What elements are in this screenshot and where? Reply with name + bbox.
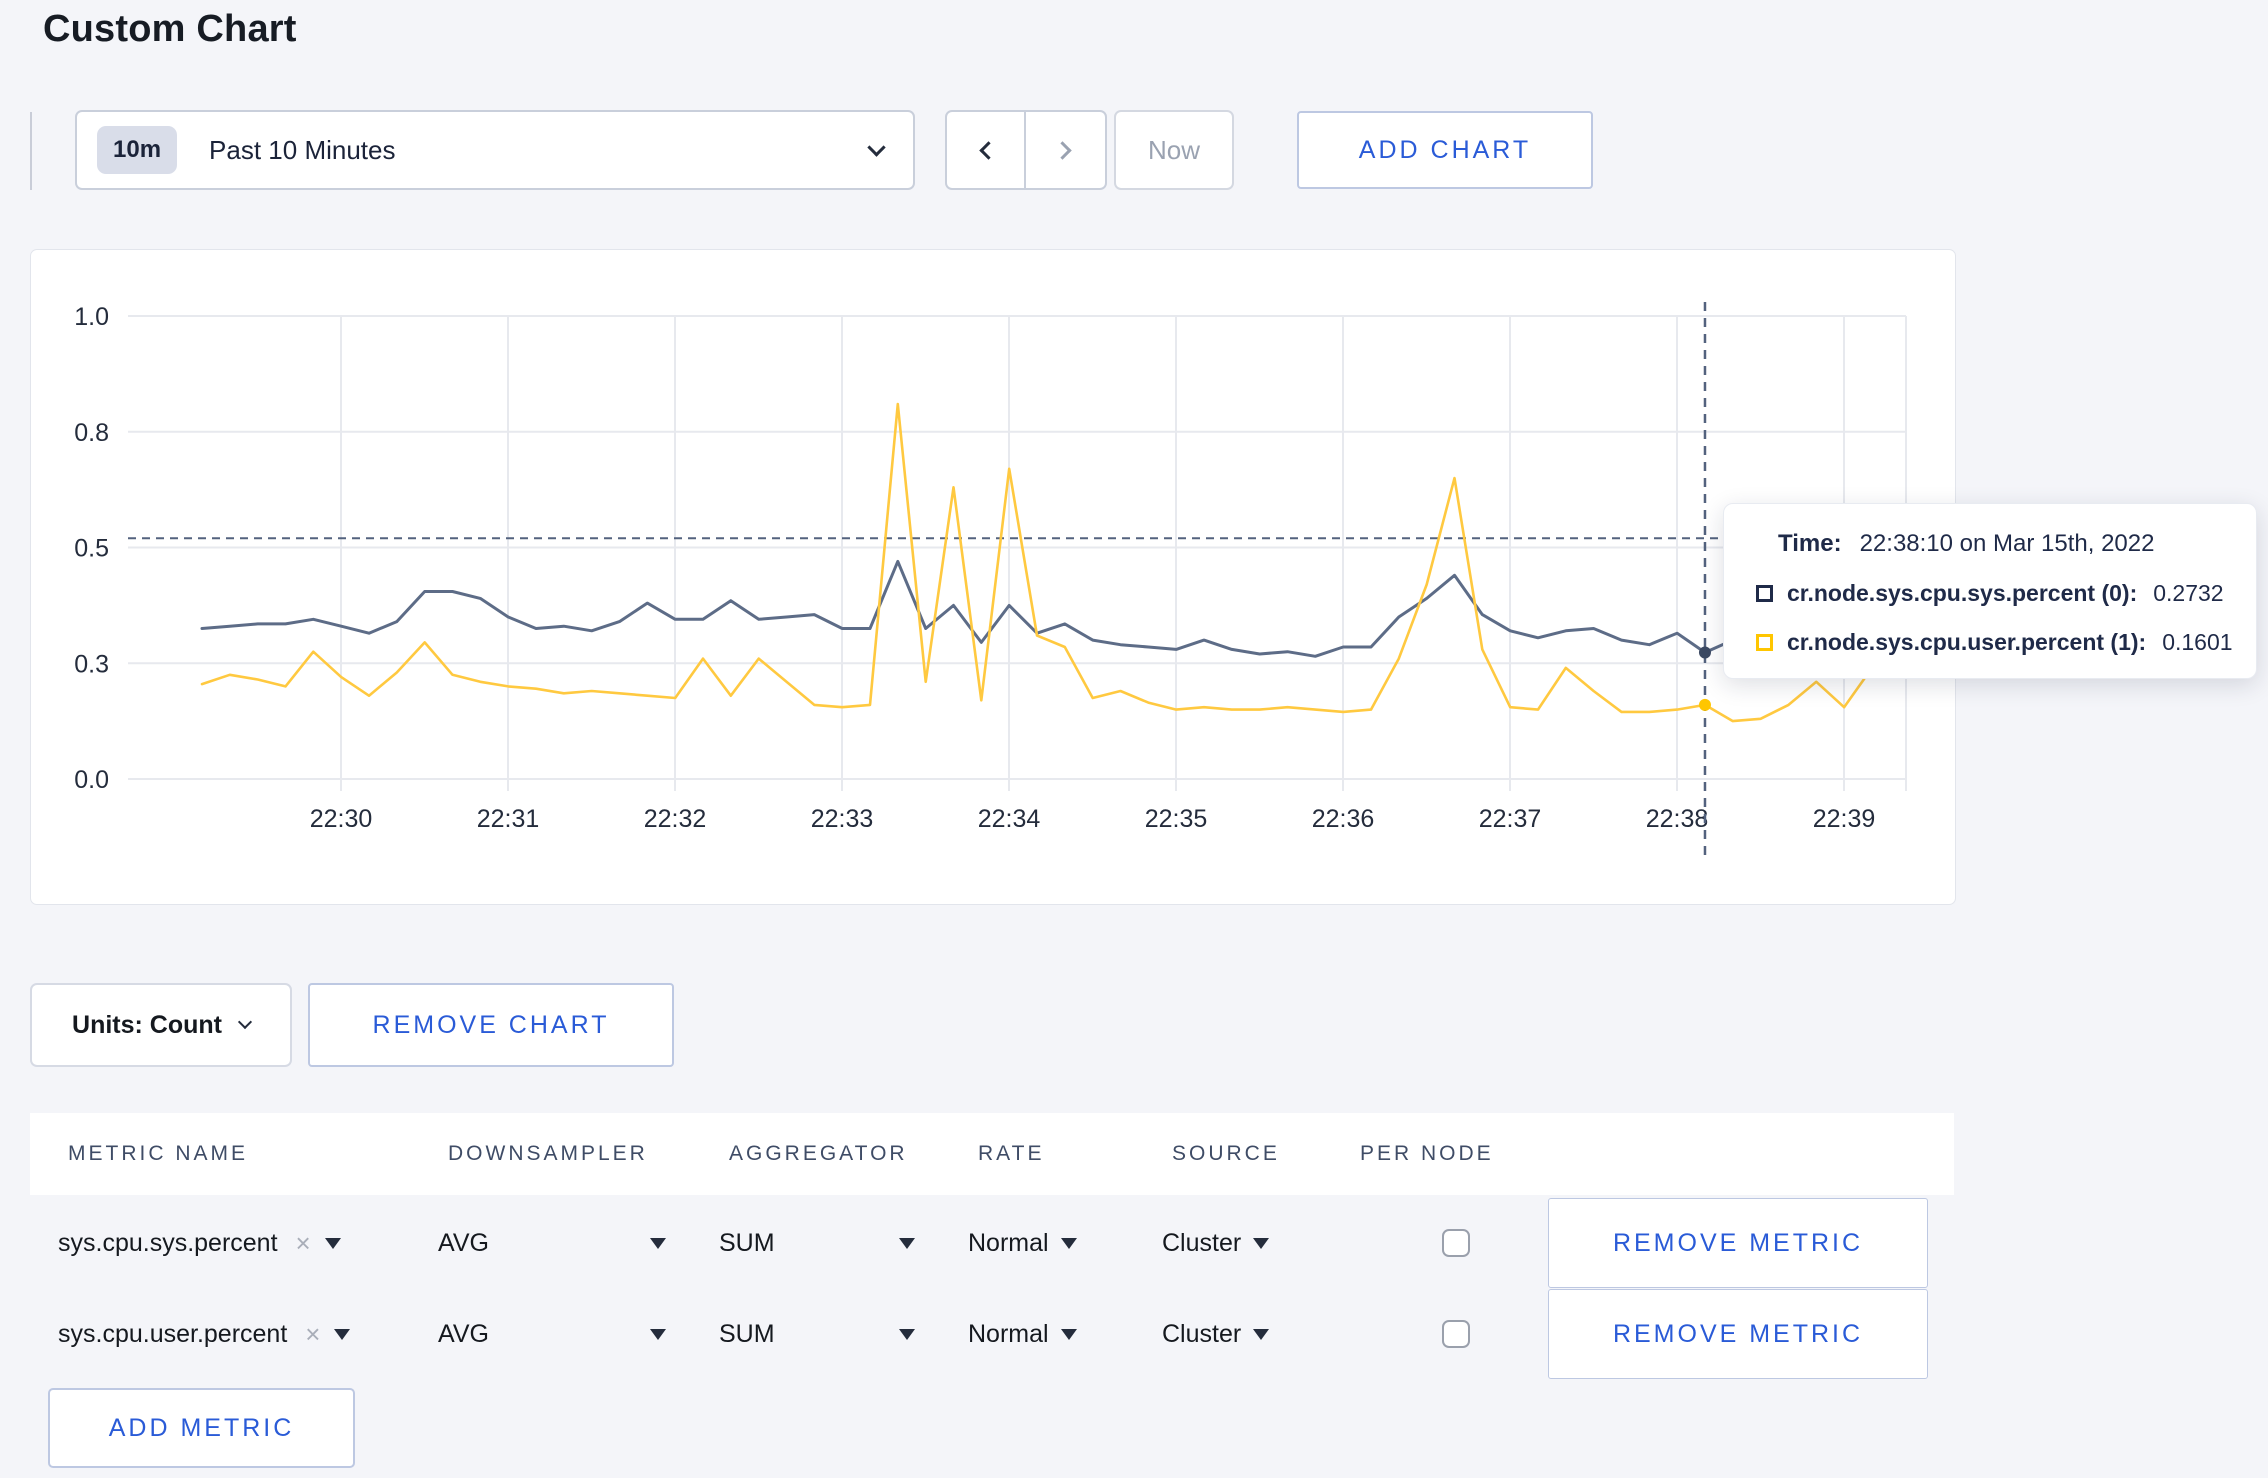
- svg-text:22:30: 22:30: [310, 805, 373, 833]
- tooltip-series-label: cr.node.sys.cpu.sys.percent (0):: [1787, 580, 2138, 606]
- svg-text:22:37: 22:37: [1479, 805, 1542, 833]
- dropdown-caret-icon: [1060, 1328, 1077, 1340]
- svg-text:22:38: 22:38: [1646, 805, 1709, 833]
- time-pager: [945, 110, 1107, 190]
- metric-row: sys.cpu.sys.percent × AVG SUM Normal Clu…: [30, 1198, 1954, 1288]
- metric-name-dropdown[interactable]: sys.cpu.user.percent ×: [58, 1319, 438, 1350]
- svg-text:22:31: 22:31: [477, 805, 540, 833]
- chart-hover-tooltip: Time: 22:38:10 on Mar 15th, 2022 cr.node.…: [1723, 503, 2257, 679]
- tooltip-series-value: 0.1601: [2162, 629, 2233, 655]
- downsampler-value: AVG: [438, 1319, 489, 1348]
- sys-series-swatch-icon: [1756, 585, 1773, 602]
- units-label: Units: Count: [72, 1010, 222, 1039]
- now-button[interactable]: Now: [1114, 110, 1234, 190]
- aggregator-value: SUM: [719, 1228, 775, 1257]
- aggregator-dropdown[interactable]: SUM: [719, 1229, 915, 1258]
- svg-text:22:35: 22:35: [1145, 805, 1208, 833]
- dropdown-caret-icon: [899, 1237, 915, 1249]
- svg-text:22:36: 22:36: [1312, 805, 1375, 833]
- rate-value: Normal: [968, 1228, 1049, 1257]
- clear-metric-icon[interactable]: ×: [296, 1228, 311, 1259]
- metric-name-label: sys.cpu.sys.percent: [58, 1228, 278, 1257]
- time-window-badge: 10m: [97, 126, 178, 174]
- svg-text:22:32: 22:32: [644, 805, 707, 833]
- metric-name-dropdown[interactable]: sys.cpu.sys.percent ×: [58, 1228, 438, 1259]
- svg-text:22:33: 22:33: [811, 805, 874, 833]
- aggregator-value: SUM: [719, 1319, 775, 1348]
- time-forward-button[interactable]: [1026, 112, 1105, 188]
- tooltip-time-label: Time:: [1778, 530, 1842, 557]
- chevron-down-icon: [867, 137, 886, 157]
- source-dropdown[interactable]: Cluster: [1162, 1319, 1270, 1349]
- svg-text:22:39: 22:39: [1813, 805, 1876, 833]
- rate-dropdown[interactable]: Normal: [968, 1320, 1077, 1349]
- svg-text:0.8: 0.8: [74, 419, 109, 447]
- dropdown-caret-icon: [324, 1237, 341, 1249]
- dropdown-caret-icon: [899, 1328, 915, 1340]
- metric-row: sys.cpu.user.percent × AVG SUM Normal Cl…: [30, 1289, 1954, 1379]
- chart-card: 0.0 0.3 0.5 0.8 1.0 22:30 22:31 22:32 22:33 22:34…: [30, 249, 1956, 905]
- svg-text:22:34: 22:34: [978, 805, 1041, 833]
- metric-name-label: sys.cpu.user.percent: [58, 1319, 288, 1348]
- time-back-button[interactable]: [947, 112, 1026, 188]
- remove-chart-button[interactable]: REMOVE CHART: [308, 983, 674, 1067]
- tooltip-time: Time: 22:38:10 on Mar 15th, 2022: [1756, 530, 2236, 558]
- user-series-swatch-icon: [1756, 634, 1773, 651]
- aggregator-dropdown[interactable]: SUM: [719, 1320, 915, 1349]
- add-chart-button[interactable]: ADD CHART: [1297, 111, 1593, 189]
- downsampler-dropdown[interactable]: AVG: [438, 1229, 666, 1258]
- tooltip-time-value: 22:38:10 on Mar 15th, 2022: [1859, 530, 2155, 557]
- units-dropdown[interactable]: Units: Count: [30, 983, 292, 1067]
- dropdown-caret-icon: [1253, 1328, 1270, 1340]
- chevron-right-icon: [1053, 140, 1072, 160]
- time-range-dropdown[interactable]: 10m Past 10 Minutes: [75, 110, 915, 190]
- metrics-table-header: METRIC NAME DOWNSAMPLER AGGREGATOR RATE …: [30, 1113, 1954, 1195]
- page-title: Custom Chart: [43, 8, 297, 50]
- dropdown-caret-icon: [650, 1237, 666, 1249]
- dropdown-caret-icon: [334, 1328, 351, 1340]
- downsampler-dropdown[interactable]: AVG: [438, 1320, 666, 1349]
- remove-metric-button[interactable]: REMOVE METRIC: [1548, 1289, 1928, 1379]
- tooltip-series-row: cr.node.sys.cpu.user.percent (1): 0.1601: [1756, 629, 2236, 656]
- time-window-label: Past 10 Minutes: [209, 134, 396, 165]
- svg-text:0.5: 0.5: [74, 535, 109, 563]
- tooltip-series-value: 0.2732: [2153, 580, 2224, 606]
- toolbar-left-divider: [30, 112, 32, 190]
- chevron-down-icon: [237, 1014, 253, 1030]
- svg-text:1.0: 1.0: [74, 303, 109, 331]
- source-value: Cluster: [1162, 1228, 1242, 1257]
- dropdown-caret-icon: [650, 1328, 666, 1340]
- chevron-left-icon: [979, 140, 998, 160]
- column-header-rate: RATE: [978, 1142, 1045, 1165]
- column-header-per-node: PER NODE: [1360, 1142, 1494, 1165]
- clear-metric-icon[interactable]: ×: [305, 1319, 320, 1350]
- source-value: Cluster: [1162, 1319, 1242, 1348]
- column-header-downsampler: DOWNSAMPLER: [448, 1142, 648, 1165]
- rate-value: Normal: [968, 1319, 1049, 1348]
- dropdown-caret-icon: [1060, 1237, 1077, 1249]
- rate-dropdown[interactable]: Normal: [968, 1229, 1077, 1258]
- tooltip-series-row: cr.node.sys.cpu.sys.percent (0): 0.2732: [1756, 580, 2236, 607]
- column-header-source: SOURCE: [1172, 1142, 1280, 1165]
- add-metric-button[interactable]: ADD METRIC: [48, 1388, 355, 1468]
- dropdown-caret-icon: [1253, 1237, 1270, 1249]
- tooltip-series-label: cr.node.sys.cpu.user.percent (1):: [1787, 629, 2147, 655]
- svg-text:0.0: 0.0: [74, 766, 109, 794]
- column-header-aggregator: AGGREGATOR: [729, 1142, 908, 1165]
- line-chart[interactable]: 0.0 0.3 0.5 0.8 1.0 22:30 22:31 22:32 22:33 22:34…: [31, 250, 1957, 906]
- column-header-metric-name: METRIC NAME: [68, 1142, 248, 1165]
- svg-text:0.3: 0.3: [74, 650, 109, 678]
- downsampler-value: AVG: [438, 1228, 489, 1257]
- source-dropdown[interactable]: Cluster: [1162, 1228, 1270, 1258]
- remove-metric-button[interactable]: REMOVE METRIC: [1548, 1198, 1928, 1288]
- per-node-checkbox[interactable]: [1442, 1229, 1470, 1257]
- per-node-checkbox[interactable]: [1442, 1320, 1470, 1348]
